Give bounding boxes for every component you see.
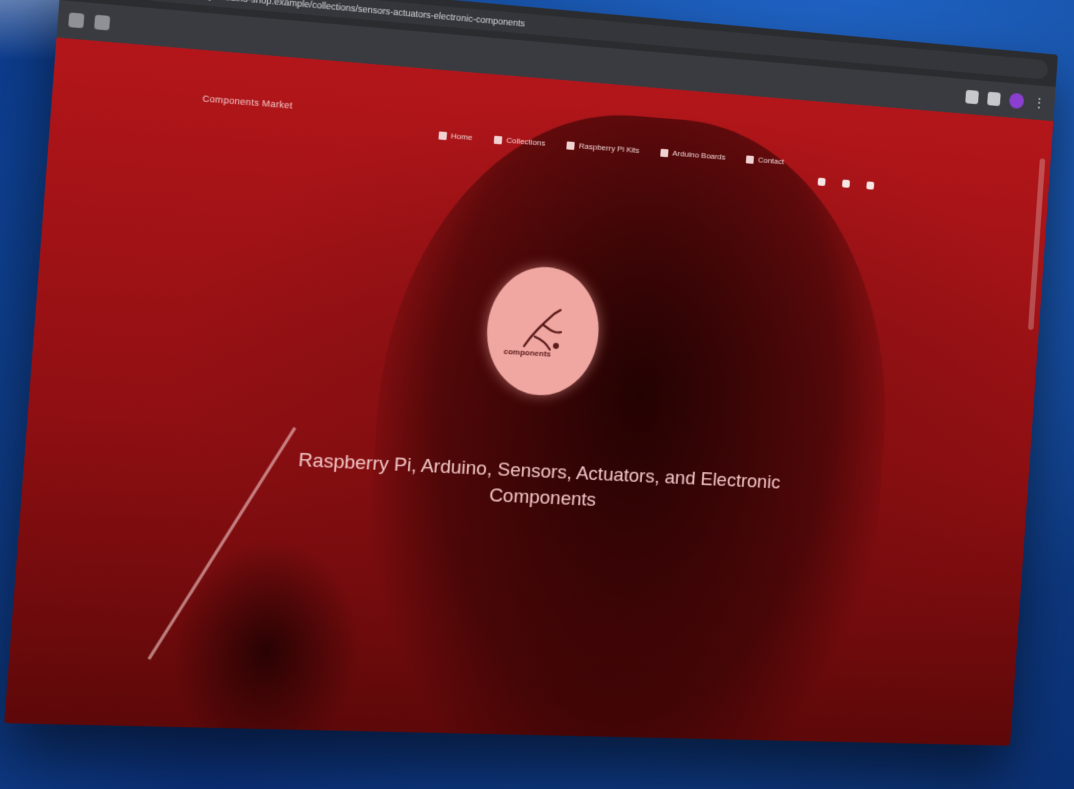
grid-icon: [494, 135, 503, 144]
profile-icon[interactable]: [1008, 92, 1025, 110]
nav-item-home[interactable]: Home: [438, 130, 473, 143]
facebook-icon[interactable]: [817, 177, 826, 187]
sidebar-toggle-icon[interactable]: [68, 12, 85, 29]
hero-image-hand: [163, 535, 368, 746]
menu-dots-icon[interactable]: ⋮: [1032, 95, 1046, 111]
browser-window: raspberry-arduino-shop.example/collectio…: [4, 0, 1058, 746]
puzzle-icon[interactable]: [965, 89, 979, 105]
nav-item-label: Home: [450, 131, 473, 143]
mail-icon: [746, 154, 755, 164]
nav-item-label: Collections: [506, 135, 546, 148]
web-page: Components Market Home Collections Raspb…: [4, 37, 1054, 746]
bookmark-icon[interactable]: [94, 14, 111, 31]
youtube-icon[interactable]: [866, 181, 875, 190]
board-icon: [660, 148, 669, 157]
social-links: [817, 177, 875, 190]
instagram-icon[interactable]: [841, 179, 851, 188]
site-brand[interactable]: Components Market: [202, 93, 293, 110]
download-icon[interactable]: [987, 91, 1001, 107]
desktop-background: raspberry-arduino-shop.example/collectio…: [0, 0, 1074, 789]
hero-image-person: [348, 96, 906, 746]
chip-icon: [566, 140, 576, 150]
home-icon: [438, 130, 448, 140]
